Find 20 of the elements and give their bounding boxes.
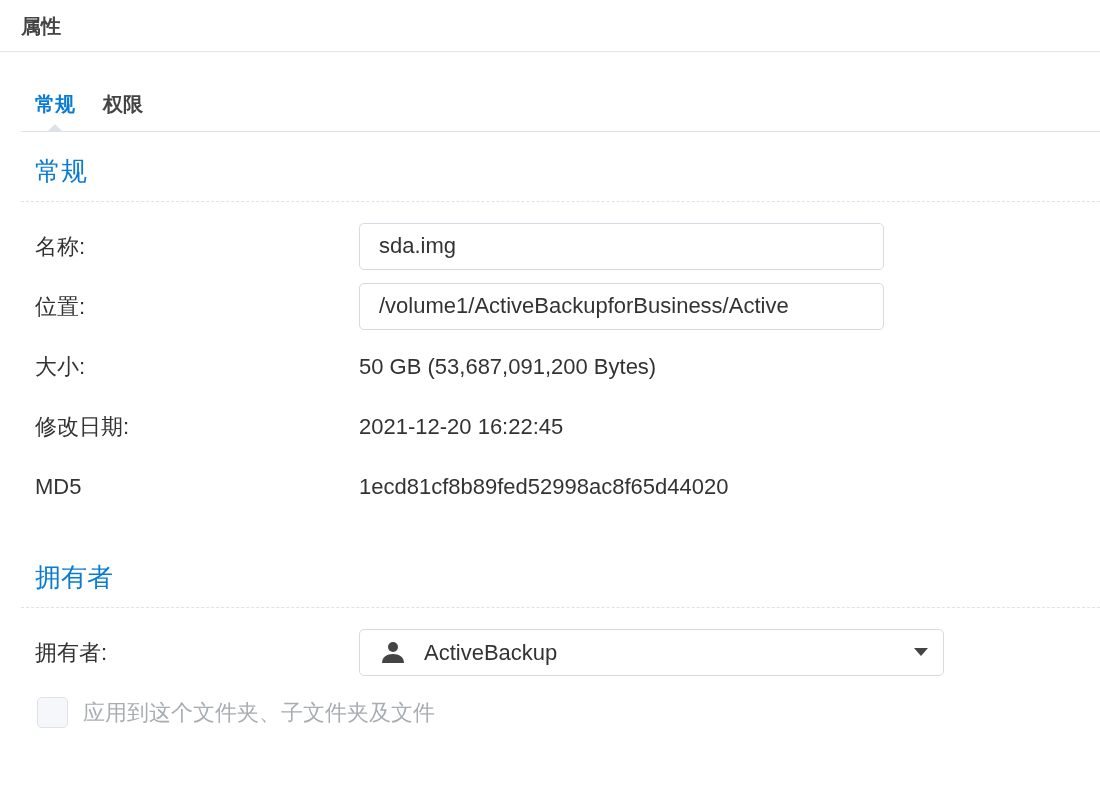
field-value: 1ecd81cf8b89fed52998ac8f65d44020	[359, 472, 729, 501]
section-heading: 常规	[35, 155, 87, 188]
field-label: MD5	[34, 472, 83, 501]
tab[interactable]: 常规	[21, 89, 89, 131]
field-label: 拥有者:	[34, 638, 109, 667]
field-label: 位置:	[34, 292, 87, 321]
field-value: 2021-12-20 16:22:45	[359, 412, 564, 441]
text-field[interactable]: sda.img	[359, 222, 884, 270]
owner-dropdown[interactable]: ActiveBackup	[359, 628, 944, 676]
window-title: 属性	[21, 13, 61, 39]
field-label: 名称:	[34, 232, 87, 261]
field-label: 修改日期:	[34, 412, 131, 441]
text-field[interactable]: /volume1/ActiveBackupforBusiness/Active	[359, 282, 884, 330]
user-icon	[381, 640, 405, 664]
field-value: 50 GB (53,687,091,200 Bytes)	[359, 352, 657, 381]
section-heading: 拥有者	[35, 561, 113, 594]
caret-icon	[914, 648, 928, 656]
checkbox-label: 应用到这个文件夹、子文件夹及文件	[83, 698, 435, 727]
field-label: 大小:	[34, 352, 87, 381]
tab[interactable]: 权限	[89, 89, 157, 131]
